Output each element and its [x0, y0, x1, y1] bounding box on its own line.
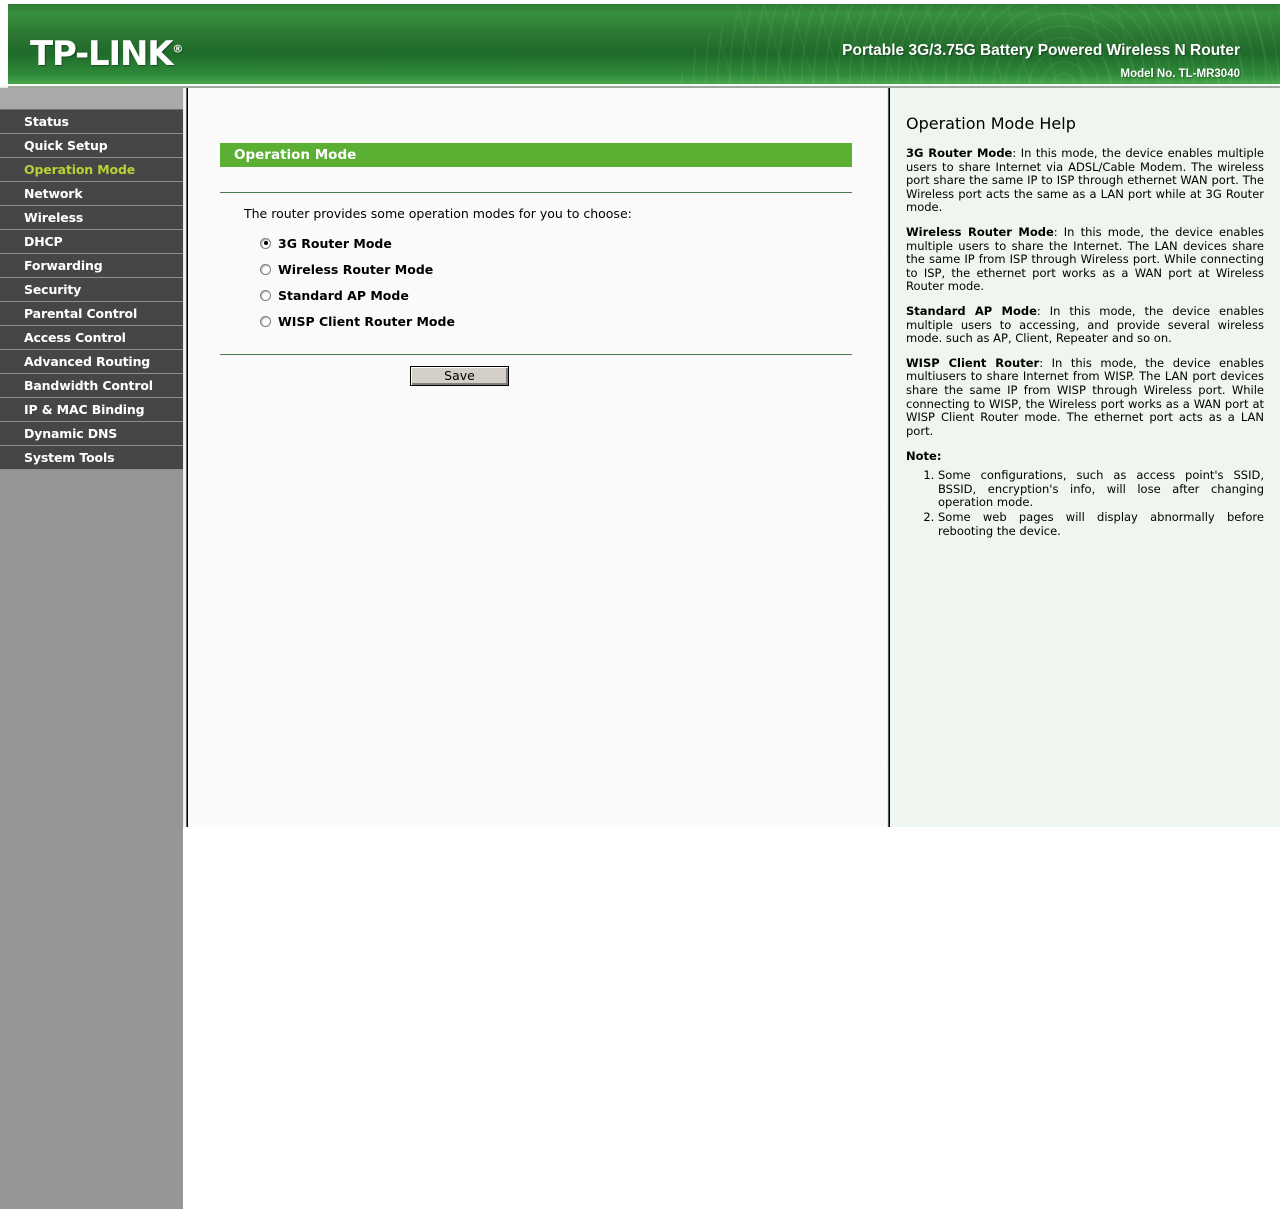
sidebar-filler — [0, 470, 183, 1209]
help-note-item: Some web pages will display abnormally b… — [938, 510, 1264, 538]
help-title: Operation Mode Help — [906, 114, 1076, 133]
sidebar-item-system-tools[interactable]: System Tools — [0, 446, 183, 470]
help-paragraph: Wireless Router Mode: In this mode, the … — [906, 224, 1264, 294]
radio-option-standard-ap-mode[interactable]: Standard AP Mode — [260, 282, 455, 308]
help-term: Wireless Router Mode — [906, 224, 1054, 239]
radio-option-label: Standard AP Mode — [278, 287, 409, 303]
page-title: Operation Mode — [220, 143, 852, 167]
sidebar-item-parental-control[interactable]: Parental Control — [0, 302, 183, 326]
header-banner: TP-LINK® Portable 3G/3.75G Battery Power… — [8, 4, 1280, 84]
help-note-item: Some configurations, such as access poin… — [938, 469, 1264, 510]
content-top-divider — [220, 192, 852, 193]
radio-option-wisp-client-router-mode[interactable]: WISP Client Router Mode — [260, 308, 455, 334]
radio-button-icon[interactable] — [260, 289, 271, 301]
radio-button-icon[interactable] — [260, 263, 271, 275]
radio-option-label: Wireless Router Mode — [278, 261, 434, 277]
help-panel: Operation Mode Help 3G Router Mode: In t… — [890, 88, 1280, 827]
product-name: Portable 3G/3.75G Battery Powered Wirele… — [842, 42, 1240, 59]
help-paragraph: Standard AP Mode: In this mode, the devi… — [906, 303, 1264, 346]
help-note-label: Note: — [906, 449, 942, 464]
help-term: WISP Client Router — [906, 355, 1040, 370]
radio-option-3g-router-mode[interactable]: 3G Router Mode — [260, 230, 455, 256]
help-term: Standard AP Mode — [906, 303, 1037, 318]
intro-text: The router provides some operation modes… — [244, 206, 632, 221]
sidebar-item-quick-setup[interactable]: Quick Setup — [0, 134, 183, 158]
registered-mark-icon: ® — [172, 42, 184, 56]
help-term: 3G Router Mode — [906, 146, 1013, 160]
page-body: Status Quick Setup Operation Mode Network Wi… — [0, 88, 1280, 1209]
help-paragraph: 3G Router Mode: In this mode, the device… — [906, 146, 1264, 215]
sidebar-item-dynamic-dns[interactable]: Dynamic DNS — [0, 422, 183, 446]
sidebar-item-advanced-routing[interactable]: Advanced Routing — [0, 350, 183, 374]
sidebar-item-operation-mode[interactable]: Operation Mode — [0, 158, 183, 182]
sidebar-menu-list: Status Quick Setup Operation Mode Network Wi… — [0, 110, 183, 470]
content-bottom-divider — [220, 354, 852, 355]
radio-option-label: 3G Router Mode — [278, 235, 392, 251]
radio-button-icon[interactable] — [260, 237, 271, 249]
save-button[interactable]: Save — [410, 366, 509, 386]
help-paragraph-list: 3G Router Mode: In this mode, the device… — [906, 146, 1264, 439]
tp-link-logo: TP-LINK® — [30, 34, 183, 74]
sidebar-item-dhcp[interactable]: DHCP — [0, 230, 183, 254]
sidebar-item-network[interactable]: Network — [0, 182, 183, 206]
sidebar-item-wireless[interactable]: Wireless — [0, 206, 183, 230]
sidebar-item-status[interactable]: Status — [0, 110, 183, 134]
main-content: Operation Mode The router provides some … — [188, 88, 886, 827]
help-note-list: Some configurations, such as access poin… — [906, 469, 1264, 538]
sidebar-top-spacer — [0, 88, 183, 110]
page-header: TP-LINK® Portable 3G/3.75G Battery Power… — [0, 0, 1280, 88]
sidebar-item-access-control[interactable]: Access Control — [0, 326, 183, 350]
radio-button-icon[interactable] — [260, 315, 271, 327]
sidebar-nav: Status Quick Setup Operation Mode Network Wi… — [0, 88, 183, 1209]
sidebar-item-bandwidth-control[interactable]: Bandwidth Control — [0, 374, 183, 398]
sidebar-item-forwarding[interactable]: Forwarding — [0, 254, 183, 278]
operation-mode-radio-group[interactable]: 3G Router Mode Wireless Router Mode Standa… — [260, 230, 455, 334]
help-paragraph: WISP Client Router: In this mode, the de… — [906, 355, 1264, 439]
radio-option-label: WISP Client Router Mode — [278, 313, 455, 329]
sidebar-item-ip-mac-binding[interactable]: IP & MAC Binding — [0, 398, 183, 422]
sidebar-item-security[interactable]: Security — [0, 278, 183, 302]
radio-option-wireless-router-mode[interactable]: Wireless Router Mode — [260, 256, 455, 282]
product-model: Model No. TL-MR3040 — [1120, 68, 1240, 80]
logo-text: TP-LINK — [30, 34, 174, 74]
